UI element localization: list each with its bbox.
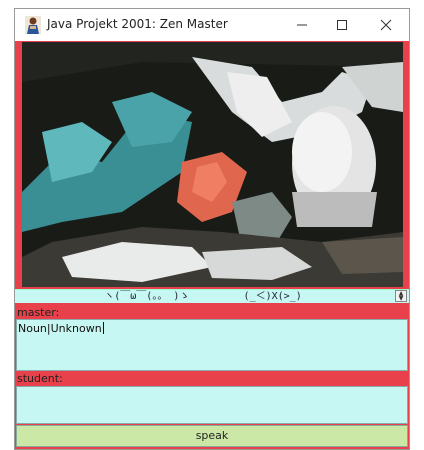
window-title: Java Projekt 2001: Zen Master [47,17,228,31]
master-label: master: [17,306,60,319]
student-label: student: [17,372,63,385]
student-field[interactable] [16,386,408,424]
maximize-button[interactable] [321,13,363,37]
close-button[interactable] [365,13,407,37]
text-caret [102,322,104,334]
emoticon-bar: ヽ(￣ω￣(。。 )ゝ (_＜)X(>_) ▲ ▼ [15,289,409,303]
title-bar[interactable]: Java Projekt 2001: Zen Master [15,9,409,41]
maximize-icon [337,20,347,30]
speak-button[interactable]: speak [16,425,408,447]
emoticon-text: ヽ(￣ω￣(。。 )ゝ (_＜)X(>_) [104,291,302,302]
close-icon [380,19,392,31]
master-value: Noun|Unknown [18,322,102,335]
spinner-icon[interactable]: ▲ ▼ [395,290,407,302]
whale-bones-photo [22,42,403,287]
minimize-icon [297,24,307,26]
master-field[interactable]: Noun|Unknown [16,319,408,371]
app-window: Java Projekt 2001: Zen Master ヽ(￣ω￣(。。)… [14,8,410,450]
minimize-button[interactable] [281,13,323,37]
java-app-icon [25,16,41,34]
photo-image [22,42,403,287]
content-panel: ヽ(￣ω￣(。。 )ゝ (_＜)X(>_) ▲ ▼ master: Noun|Un… [15,41,409,449]
